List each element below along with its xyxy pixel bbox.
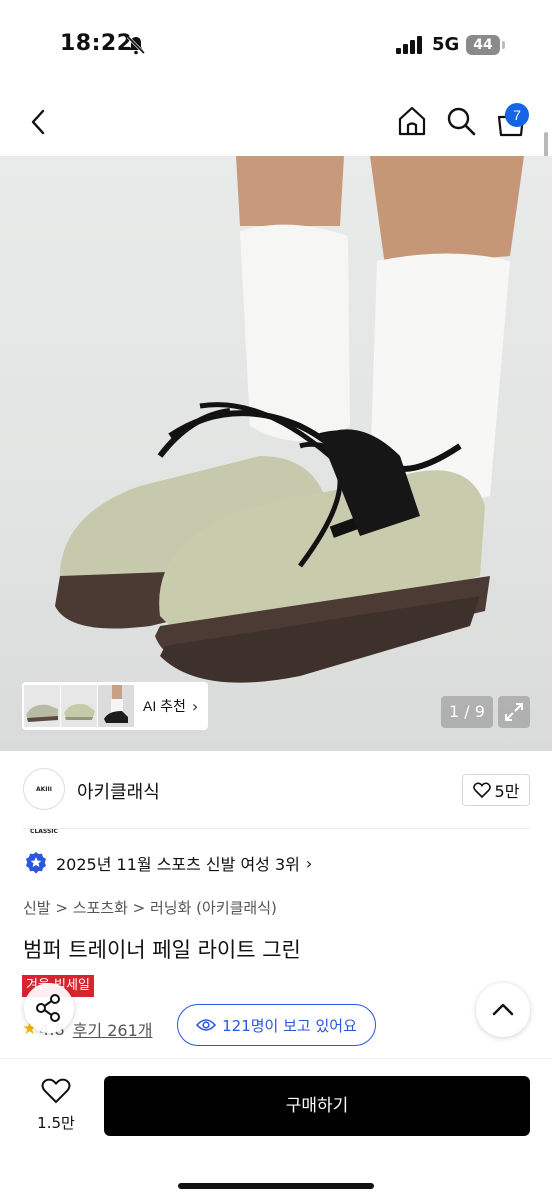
home-icon[interactable] (396, 105, 428, 137)
network-type: 5G (432, 34, 460, 55)
brand-logo[interactable]: AKIII CLASSIC (23, 768, 65, 835)
battery-icon: 44 (466, 35, 500, 55)
bell-muted-icon (126, 35, 146, 55)
brand-name[interactable]: 아키클래식 (77, 778, 160, 804)
back-arrow-icon[interactable] (28, 108, 48, 136)
expand-button[interactable] (498, 696, 530, 728)
review-count-link[interactable]: 후기 261개 (73, 1017, 153, 1041)
expand-icon (505, 703, 523, 721)
sneaker-photo (55, 156, 524, 683)
ai-recommend-label: AI 추천 (143, 698, 186, 714)
brand-like-count: 5만 (494, 782, 520, 801)
top-nav (0, 90, 552, 156)
thumbnail-2[interactable] (61, 685, 97, 727)
heart-icon (472, 782, 491, 798)
breadcrumb[interactable]: 신발 > 스포츠화 > 러닝화 (아키클래식) (23, 897, 277, 918)
share-button[interactable] (24, 983, 74, 1033)
search-icon[interactable] (446, 106, 476, 136)
viewers-text: 121명이 보고 있어요 (222, 1016, 357, 1035)
chevron-up-icon (492, 1003, 514, 1016)
chevron-right-icon: › (305, 853, 313, 873)
divider (23, 828, 530, 829)
wishlist-count: 1.5만 (37, 1114, 75, 1132)
viewers-badge: 121명이 보고 있어요 (177, 1004, 376, 1046)
product-title: 범퍼 트레이너 페일 라이트 그린 (23, 938, 301, 962)
battery-tip (502, 41, 505, 49)
brand-like-button[interactable]: 5만 (462, 774, 530, 806)
wishlist-button[interactable]: 1.5만 (28, 1078, 84, 1133)
scroll-top-button[interactable] (476, 983, 530, 1037)
ranking-link[interactable]: 2025년 11월 스포츠 신발 여성 3위 › (25, 851, 312, 875)
chevron-right-icon: › (191, 696, 199, 716)
image-counter: 1 / 9 (441, 696, 493, 728)
status-bar: 18:22 5G 44 (0, 0, 552, 90)
product-image[interactable] (0, 156, 552, 751)
cart-count-badge: 7 (505, 103, 529, 127)
share-icon (36, 994, 60, 1022)
status-time: 18:22 (60, 31, 133, 56)
thumbnail-1[interactable] (24, 685, 60, 727)
thumbnail-3[interactable] (98, 685, 134, 727)
buy-button[interactable]: 구매하기 (104, 1076, 530, 1136)
ai-recommend-button[interactable]: AI 추천 › (22, 682, 208, 730)
ranking-text: 2025년 11월 스포츠 신발 여성 3위 (56, 855, 300, 874)
heart-icon (41, 1078, 71, 1104)
rank-medal-icon (26, 852, 46, 874)
signal-icon (396, 36, 422, 54)
eye-icon (196, 1019, 217, 1031)
home-indicator (178, 1183, 374, 1189)
